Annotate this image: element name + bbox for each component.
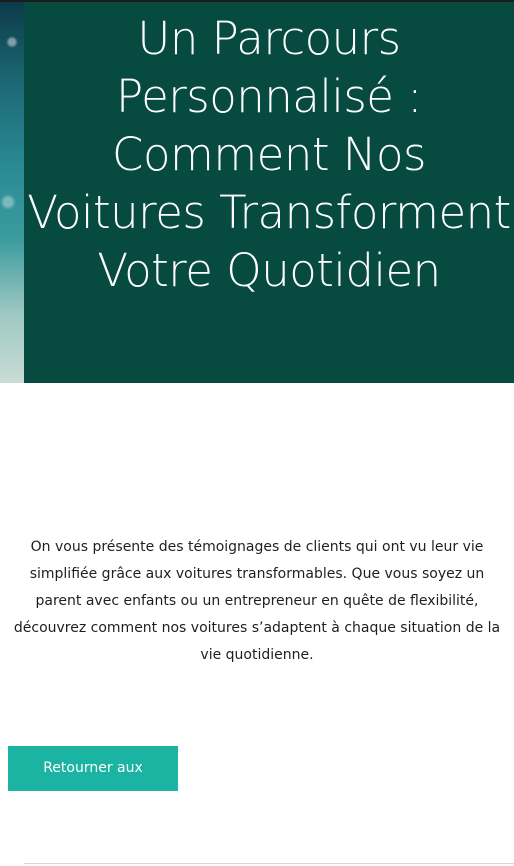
page: Un Parcours Personnalisé : Comment Nos V… bbox=[0, 0, 514, 866]
hero-water-image bbox=[0, 2, 24, 383]
page-title: Un Parcours Personnalisé : Comment Nos V… bbox=[27, 12, 511, 297]
bottom-divider bbox=[24, 863, 514, 864]
back-to-news-button[interactable]: Retourner aux nouvelles bbox=[8, 746, 178, 821]
article-intro-text: On vous présente des témoignages de clie… bbox=[13, 539, 501, 663]
